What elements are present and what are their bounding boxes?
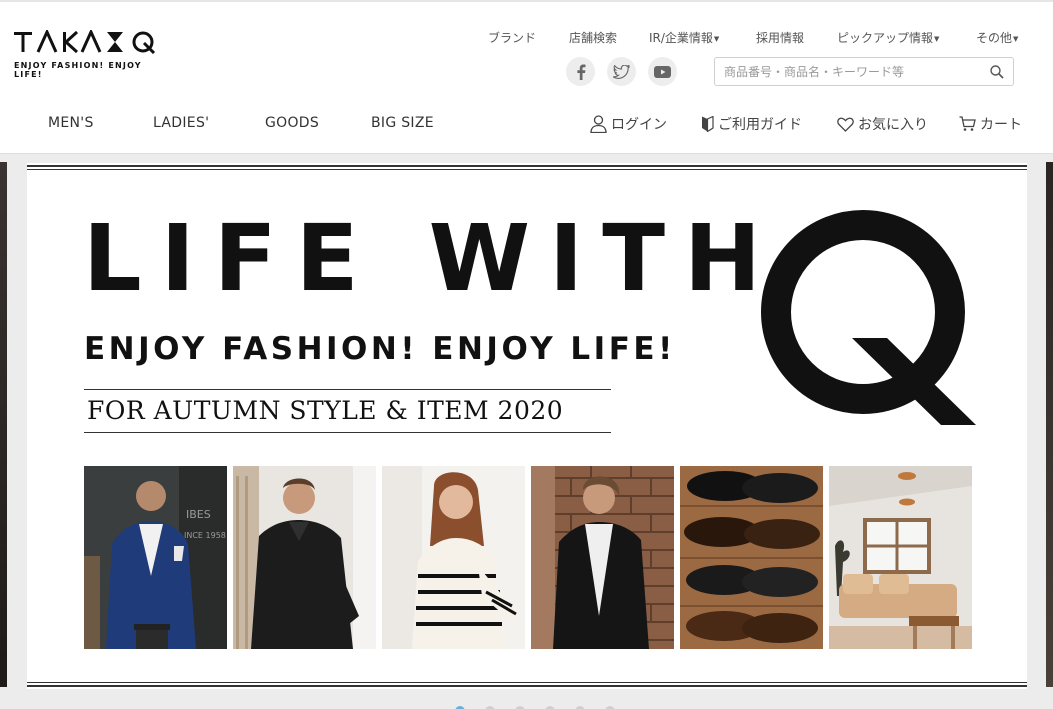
banner-top-rule-thin bbox=[27, 169, 1027, 170]
banner-bottom-rule-thin bbox=[27, 682, 1027, 683]
men-leather-jacket-image bbox=[531, 466, 674, 649]
beginner-mark-icon bbox=[702, 116, 714, 132]
twitter-icon-glyph bbox=[613, 64, 630, 79]
util-link-ir[interactable]: IR/企業情報▼ bbox=[649, 29, 719, 46]
search-icon[interactable] bbox=[989, 64, 1005, 80]
search-input[interactable] bbox=[724, 62, 984, 82]
util-link-store-search[interactable]: 店舗検索 bbox=[569, 29, 617, 46]
util-link-brand[interactable]: ブランド bbox=[488, 29, 536, 46]
banner-subtitle-box: FOR AUTUMN STYLE & ITEM 2020 bbox=[84, 389, 611, 433]
util-link-pickup-label: ピックアップ情報 bbox=[837, 31, 934, 45]
cart-label: カート bbox=[980, 117, 1022, 133]
banner-subtitle: FOR AUTUMN STYLE & ITEM 2020 bbox=[87, 396, 564, 425]
ladies-sweater-image bbox=[382, 466, 525, 649]
banner-bottom-rule bbox=[27, 685, 1027, 687]
photo-sign-text: IBES bbox=[186, 508, 211, 521]
top-border bbox=[0, 0, 1053, 2]
guide-label: ご利用ガイド bbox=[718, 117, 802, 133]
leather-shoes-photo[interactable] bbox=[680, 466, 823, 649]
banner-headline: LIFE WITH bbox=[83, 205, 781, 312]
men-knit-photo[interactable] bbox=[233, 466, 376, 649]
heart-icon bbox=[837, 117, 854, 132]
photo-sign-text: INCE 1958 bbox=[184, 531, 226, 540]
men-knit-image bbox=[233, 466, 376, 649]
men-blazer-photo[interactable]: IBES INCE 1958 bbox=[84, 466, 227, 649]
men-blazer-image: IBES INCE 1958 bbox=[84, 466, 227, 649]
living-room-image bbox=[829, 466, 972, 649]
login-link[interactable]: ログイン bbox=[590, 114, 667, 134]
logo-wordmark bbox=[14, 28, 174, 60]
chevron-down-icon: ▼ bbox=[1013, 34, 1019, 43]
hero-banner-slide[interactable]: LIFE WITH ENJOY FASHION! ENJOY LIFE! FOR… bbox=[27, 163, 1027, 689]
twitter-icon[interactable] bbox=[607, 57, 636, 86]
facebook-icon-glyph bbox=[576, 64, 585, 80]
big-q-logo-mark bbox=[761, 210, 976, 425]
chevron-down-icon: ▼ bbox=[713, 34, 720, 43]
youtube-icon-glyph bbox=[654, 65, 671, 78]
banner-top-rule bbox=[27, 165, 1027, 167]
search-box bbox=[714, 57, 1014, 86]
hero-carousel[interactable]: LIFE WITH ENJOY FASHION! ENJOY LIFE! FOR… bbox=[0, 154, 1053, 709]
logo-wordmark-graphic bbox=[14, 28, 156, 55]
nav-goods[interactable]: GOODS bbox=[265, 115, 319, 131]
util-link-pickup[interactable]: ピックアップ情報▼ bbox=[837, 29, 939, 46]
favorites-label: お気に入り bbox=[858, 117, 928, 133]
util-link-ir-label: IR/企業情報 bbox=[649, 31, 713, 45]
nav-big-size[interactable]: BIG SIZE bbox=[371, 115, 434, 131]
util-link-other-label: その他 bbox=[976, 31, 1013, 45]
banner-tagline: ENJOY FASHION! ENJOY LIFE! bbox=[84, 331, 676, 367]
living-room-photo[interactable] bbox=[829, 466, 972, 649]
nav-mens[interactable]: MEN'S bbox=[48, 115, 94, 131]
logo-tagline: ENJOY FASHION! ENJOY LIFE! bbox=[14, 61, 142, 79]
men-leather-jacket-photo[interactable] bbox=[531, 466, 674, 649]
util-link-recruit[interactable]: 採用情報 bbox=[756, 29, 804, 46]
login-label: ログイン bbox=[611, 117, 667, 133]
leather-shoes-image bbox=[680, 466, 823, 649]
guide-link[interactable]: ご利用ガイド bbox=[701, 114, 802, 134]
cart-icon bbox=[959, 116, 976, 131]
util-link-other[interactable]: その他▼ bbox=[976, 29, 1018, 46]
ladies-sweater-photo[interactable] bbox=[382, 466, 525, 649]
facebook-icon[interactable] bbox=[566, 57, 595, 86]
chevron-down-icon: ▼ bbox=[934, 34, 940, 43]
next-slide-peek[interactable] bbox=[1046, 162, 1053, 687]
site-logo[interactable]: ENJOY FASHION! ENJOY LIFE! bbox=[14, 28, 174, 79]
nav-ladies[interactable]: LADIES' bbox=[153, 115, 209, 131]
previous-slide-peek[interactable] bbox=[0, 162, 7, 687]
favorites-link[interactable]: お気に入り bbox=[837, 114, 928, 134]
user-icon bbox=[590, 115, 607, 133]
cart-link[interactable]: カート bbox=[959, 114, 1022, 134]
youtube-icon[interactable] bbox=[648, 57, 677, 86]
